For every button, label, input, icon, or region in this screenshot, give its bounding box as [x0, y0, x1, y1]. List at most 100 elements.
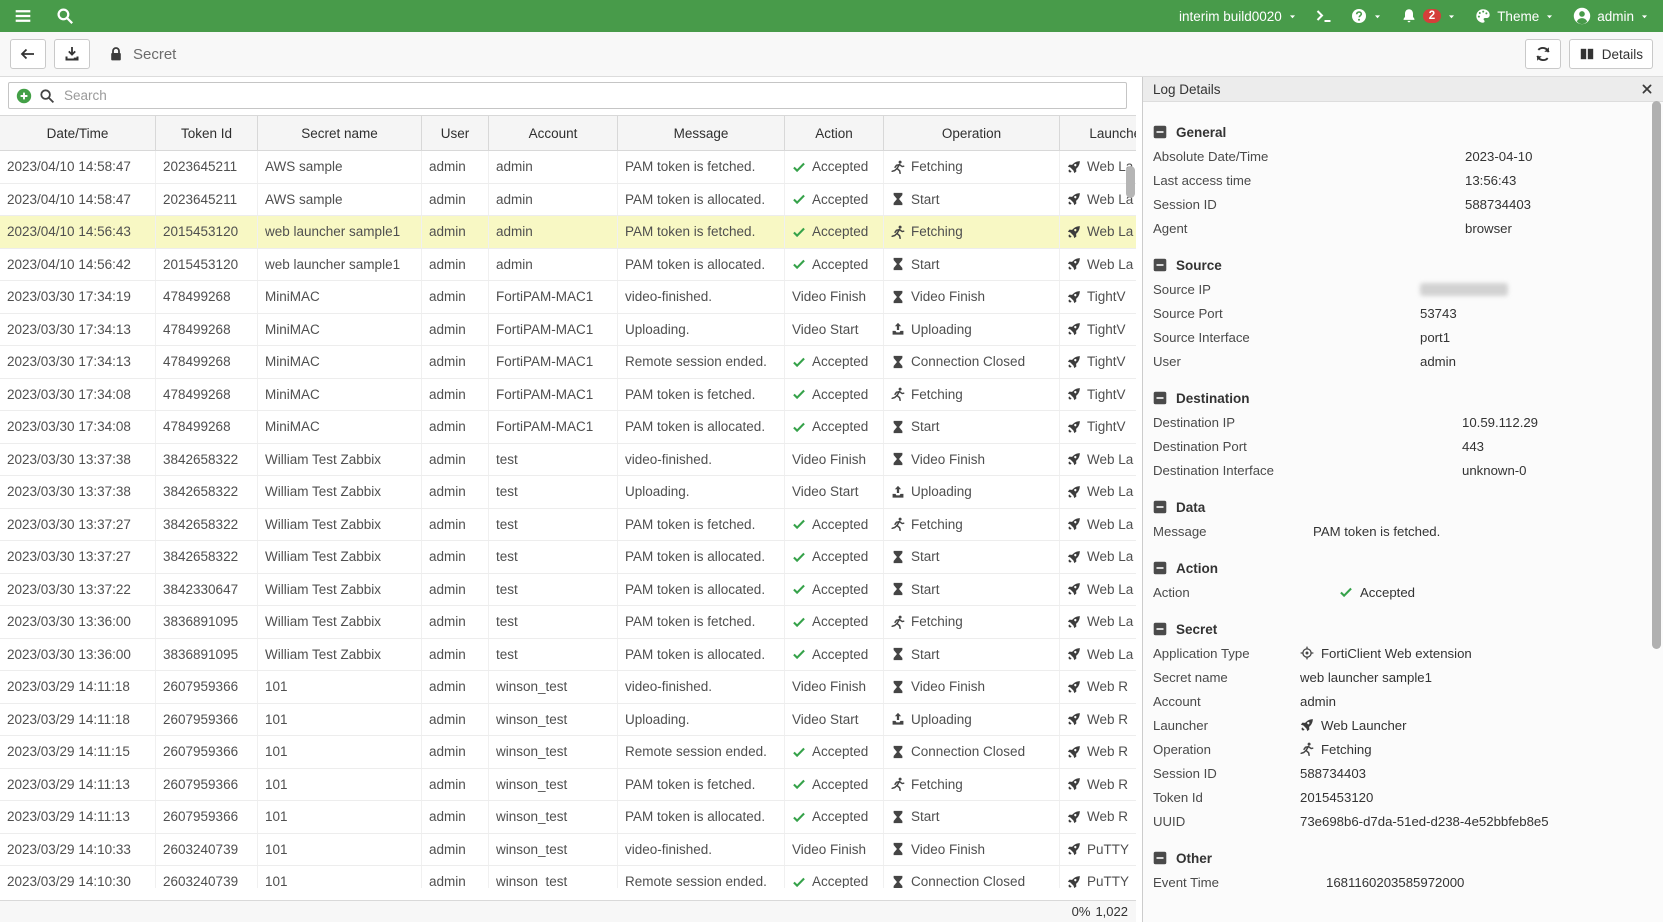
- user-value: admin: [429, 484, 466, 499]
- check-icon: [792, 420, 806, 434]
- run-icon: [891, 615, 905, 629]
- column-header-action[interactable]: Action: [785, 116, 884, 150]
- build-selector[interactable]: interim build0020: [1179, 9, 1297, 24]
- table-row[interactable]: 2023/03/29 14:11:182607959366101adminwin…: [0, 671, 1136, 704]
- table-row[interactable]: 2023/03/29 14:10:302603240739101adminwin…: [0, 866, 1136, 888]
- table-row[interactable]: 2023/03/29 14:10:332603240739101adminwin…: [0, 834, 1136, 867]
- section-header-destination[interactable]: Destination: [1153, 386, 1645, 410]
- column-header-message[interactable]: Message: [618, 116, 785, 150]
- column-header-account[interactable]: Account: [489, 116, 618, 150]
- cell-account: test: [489, 444, 618, 476]
- details-toggle-button[interactable]: Details: [1569, 39, 1653, 69]
- table-header-row: Date/TimeToken IdSecret nameUserAccountM…: [0, 115, 1136, 151]
- detail-value-text: FortiClient Web extension: [1321, 646, 1472, 661]
- table-row[interactable]: 2023/04/10 14:58:472023645211AWS samplea…: [0, 151, 1136, 184]
- section-header-source[interactable]: Source: [1153, 253, 1645, 277]
- column-header-date-time[interactable]: Date/Time: [0, 116, 156, 150]
- download-button[interactable]: [54, 39, 90, 69]
- check-icon: [792, 615, 806, 629]
- cell-launcher: Web R: [1060, 671, 1136, 703]
- back-button[interactable]: [10, 39, 46, 69]
- cell-action: Video Start: [785, 476, 884, 508]
- search-input[interactable]: [62, 87, 1119, 104]
- help-menu[interactable]: [1351, 8, 1382, 24]
- account-value: winson_test: [496, 777, 567, 792]
- column-header-user[interactable]: User: [422, 116, 489, 150]
- cell-user: admin: [422, 444, 489, 476]
- cell-message: Uploading.: [618, 704, 785, 736]
- table-row[interactable]: 2023/03/30 17:34:19478499268MiniMACadmin…: [0, 281, 1136, 314]
- cell-action: Video Finish: [785, 281, 884, 313]
- run-icon: [891, 387, 905, 401]
- operation-value: Fetching: [911, 224, 963, 239]
- scroll-percent: 0%: [1072, 904, 1091, 919]
- action-value: Accepted: [812, 647, 868, 662]
- table-row[interactable]: 2023/03/30 17:34:08478499268MiniMACadmin…: [0, 379, 1136, 412]
- section-header-general[interactable]: General: [1153, 120, 1645, 144]
- cell-operation: Start: [884, 249, 1060, 281]
- account-value: admin: [496, 159, 533, 174]
- table-row[interactable]: 2023/04/10 14:58:472023645211AWS samplea…: [0, 184, 1136, 217]
- table-row[interactable]: 2023/04/10 14:56:422015453120web launche…: [0, 249, 1136, 282]
- cell-launcher: Web La: [1060, 216, 1136, 248]
- table-row[interactable]: 2023/03/30 13:37:273842658322William Tes…: [0, 541, 1136, 574]
- detail-label: Destination Interface: [1153, 463, 1462, 478]
- cli-console-button[interactable]: [1316, 8, 1332, 24]
- table-row[interactable]: 2023/03/30 13:37:383842658322William Tes…: [0, 444, 1136, 477]
- table-row[interactable]: 2023/03/30 13:37:223842330647William Tes…: [0, 574, 1136, 607]
- table-row[interactable]: 2023/04/10 14:56:432015453120web launche…: [0, 216, 1136, 249]
- collapse-icon: [1153, 500, 1167, 514]
- close-icon[interactable]: [1641, 83, 1653, 95]
- details-vertical-scrollbar[interactable]: [1652, 101, 1661, 649]
- table-row[interactable]: 2023/03/30 17:34:13478499268MiniMACadmin…: [0, 314, 1136, 347]
- cell-datetime: 2023/03/30 17:34:13: [0, 346, 156, 378]
- operation-value: Connection Closed: [911, 354, 1025, 369]
- table-row[interactable]: 2023/03/30 13:37:383842658322William Tes…: [0, 476, 1136, 509]
- column-header-token-id[interactable]: Token Id: [156, 116, 258, 150]
- search-icon[interactable]: [56, 7, 74, 25]
- details-section-destination: DestinationDestination IP10.59.112.29Des…: [1153, 386, 1645, 482]
- section-header-action[interactable]: Action: [1153, 556, 1645, 580]
- user-menu[interactable]: admin: [1573, 7, 1649, 25]
- details-section-action: ActionActionAccepted: [1153, 556, 1645, 604]
- section-header-other[interactable]: Other: [1153, 846, 1645, 870]
- menu-icon[interactable]: [14, 7, 32, 25]
- table-row[interactable]: 2023/03/29 14:11:152607959366101adminwin…: [0, 736, 1136, 769]
- table-row[interactable]: 2023/03/30 13:37:273842658322William Tes…: [0, 509, 1136, 542]
- notifications-menu[interactable]: 2: [1401, 8, 1456, 24]
- table-row[interactable]: 2023/03/30 13:36:003836891095William Tes…: [0, 639, 1136, 672]
- launcher-value: Web R: [1087, 777, 1128, 792]
- section-header-secret[interactable]: Secret: [1153, 617, 1645, 641]
- run-icon: [891, 517, 905, 531]
- message-value: Uploading.: [625, 322, 690, 337]
- table-row[interactable]: 2023/03/30 17:34:13478499268MiniMACadmin…: [0, 346, 1136, 379]
- table-row[interactable]: 2023/03/30 13:36:003836891095William Tes…: [0, 606, 1136, 639]
- cell-action: Accepted: [785, 541, 884, 573]
- section-header-data[interactable]: Data: [1153, 495, 1645, 519]
- cell-action: Video Finish: [785, 444, 884, 476]
- column-header-launcher[interactable]: Launcher: [1060, 116, 1136, 150]
- table-row[interactable]: 2023/03/29 14:11:132607959366101adminwin…: [0, 801, 1136, 834]
- message-value: PAM token is fetched.: [625, 777, 755, 792]
- column-header-secret-name[interactable]: Secret name: [258, 116, 422, 150]
- account-value: FortiPAM-MAC1: [496, 387, 593, 402]
- operation-value: Fetching: [911, 387, 963, 402]
- detail-row: Last access time13:56:43: [1153, 168, 1645, 192]
- hourglass-icon: [891, 420, 905, 434]
- refresh-button[interactable]: [1525, 39, 1561, 69]
- account-value: winson_test: [496, 842, 567, 857]
- action-value: Video Finish: [792, 289, 866, 304]
- table-vertical-scrollbar[interactable]: [1126, 166, 1135, 198]
- cell-datetime: 2023/04/10 14:58:47: [0, 151, 156, 183]
- datetime-value: 2023/04/10 14:56:42: [7, 257, 131, 272]
- column-header-operation[interactable]: Operation: [884, 116, 1060, 150]
- check-icon: [1339, 585, 1353, 599]
- table-row[interactable]: 2023/03/30 17:34:08478499268MiniMACadmin…: [0, 411, 1136, 444]
- cell-secret: MiniMAC: [258, 411, 422, 443]
- theme-menu[interactable]: Theme: [1475, 8, 1554, 24]
- table-row[interactable]: 2023/03/29 14:11:182607959366101adminwin…: [0, 704, 1136, 737]
- table-row[interactable]: 2023/03/29 14:11:132607959366101adminwin…: [0, 769, 1136, 802]
- add-filter-icon[interactable]: [16, 88, 32, 104]
- cell-account: admin: [489, 216, 618, 248]
- detail-value: port1: [1420, 330, 1450, 345]
